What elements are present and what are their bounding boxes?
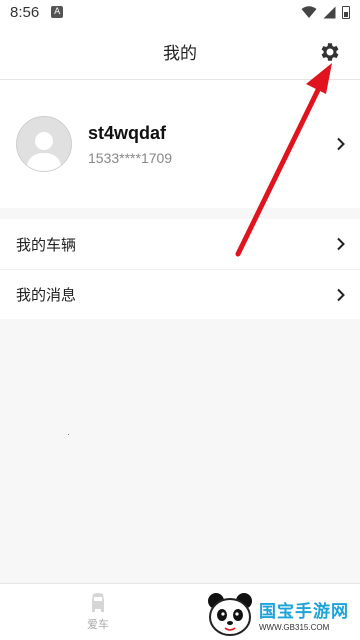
signal-icon [323, 6, 336, 18]
watermark-title: 国宝手游网 [259, 601, 349, 622]
menu-item-my-messages[interactable]: 我的消息 [0, 269, 360, 319]
status-time: 8:56 [10, 3, 40, 21]
status-icons [301, 5, 350, 19]
username: st4wqdaf [88, 122, 167, 143]
profile-info: st4wqdaf 1533****1709 [88, 123, 172, 166]
menu-item-my-vehicles[interactable]: 我的车辆 [0, 219, 360, 269]
avatar [16, 116, 72, 172]
phone-number: 1533****1709 [88, 149, 173, 166]
battery-icon [342, 5, 350, 19]
chevron-right-icon [337, 237, 345, 251]
stray-dot [68, 434, 69, 435]
watermark-text: 国宝手游网 WWW.GB315.COM [259, 597, 349, 632]
notification-icon: A [51, 6, 64, 18]
profile-card[interactable]: st4wqdaf 1533****1709 [0, 80, 360, 208]
chevron-right-icon [337, 288, 345, 301]
menu-item-label: 我的车辆 [16, 235, 77, 254]
gear-icon[interactable] [318, 40, 342, 64]
wifi-icon [301, 5, 317, 18]
status-bar: 8:56 A [0, 0, 360, 24]
panda-logo-icon [208, 593, 252, 636]
car-icon [92, 593, 104, 612]
tab-label: 爱车 [87, 618, 109, 631]
watermark-url: WWW.GB315.COM [259, 622, 330, 632]
chevron-right-icon [337, 137, 345, 151]
default-avatar-icon [26, 132, 62, 171]
tab-car[interactable]: 爱车 [0, 584, 196, 640]
header: 我的 [0, 24, 360, 80]
menu-list: 我的车辆 我的消息 [0, 219, 360, 319]
page-title: 我的 [163, 44, 197, 64]
watermark: 国宝手游网 WWW.GB315.COM [205, 588, 360, 640]
menu-item-label: 我的消息 [16, 286, 77, 304]
